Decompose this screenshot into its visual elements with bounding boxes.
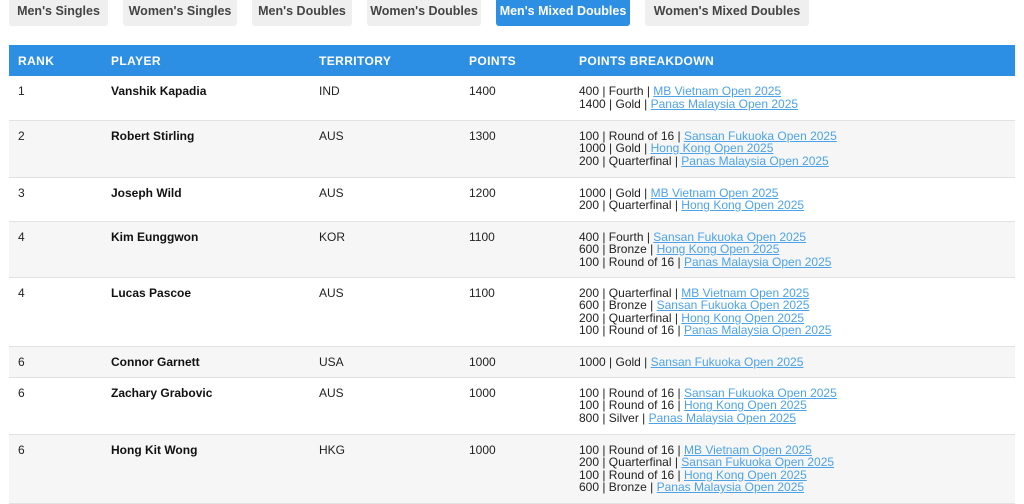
tournament-link[interactable]: Panas Malaysia Open 2025 [684, 255, 831, 269]
rank-cell: 1 [18, 84, 25, 98]
tab-mens-singles[interactable]: Men's Singles [9, 0, 108, 26]
breakdown-result: 100 | Round of 16 | [579, 254, 681, 269]
points-breakdown-cell: 1000 | Gold | Sansan Fukuoka Open 2025 [570, 346, 1015, 377]
rank-cell: 6 [18, 442, 25, 457]
points-breakdown-cell: 400 | Fourth | Sansan Fukuoka Open 2025 6… [570, 221, 1015, 277]
territory-cell: HKG [319, 442, 346, 457]
table-row: 2 Robert Stirling AUS 1300 100 | Round of 16… [9, 120, 1015, 177]
breakdown-line: 800 | Silver | Panas Malaysia Open 2025 [579, 410, 1015, 425]
tournament-link[interactable]: Panas Malaysia Open 2025 [681, 154, 828, 168]
breakdown-result: 200 | Quarterfinal | [579, 153, 678, 168]
header-player: PLAYER [111, 53, 161, 68]
header-points: POINTS [469, 53, 517, 68]
points-breakdown-cell: 100 | Round of 16 | MB Vietnam Open 2025… [570, 434, 1015, 503]
table-row: 6 Hong Kit Wong HKG 1000 100 | Round of 16 |… [9, 434, 1015, 503]
breakdown-result: 1400 | Gold | [579, 96, 648, 111]
rankings-table: RANK PLAYER TERRITORY POINTS POINTS BREA… [9, 45, 1015, 504]
tab-womens-mixed-doubles[interactable]: Women's Mixed Doubles [645, 0, 809, 26]
territory-cell: USA [319, 354, 344, 369]
category-tabs: Men's Singles Women's Singles Men's Doub… [9, 0, 824, 26]
tournament-link[interactable]: Panas Malaysia Open 2025 [684, 323, 831, 337]
tab-womens-doubles[interactable]: Women's Doubles [367, 0, 481, 26]
player-cell: Vanshik Kapadia [111, 84, 207, 98]
rank-cell: 3 [18, 185, 25, 200]
rank-cell: 4 [18, 285, 25, 300]
player-cell: Zachary Grabovic [111, 385, 213, 400]
tournament-link[interactable]: Panas Malaysia Open 2025 [651, 97, 798, 111]
points-breakdown-cell: 100 | Round of 16 | Sansan Fukuoka Open … [570, 377, 1015, 434]
tab-womens-singles[interactable]: Women's Singles [123, 0, 237, 26]
territory-cell: AUS [319, 285, 344, 300]
player-cell: Lucas Pascoe [111, 285, 192, 300]
breakdown-result: 800 | Silver | [579, 410, 646, 425]
points-breakdown-cell: 100 | Round of 16 | Sansan Fukuoka Open … [570, 120, 1015, 177]
points-cell: 1100 [469, 285, 495, 300]
breakdown-result: 600 | Bronze | [579, 480, 654, 494]
table-body: 1 Vanshik Kapadia IND 1400 400 | Fourth | MB… [9, 76, 1015, 503]
points-cell: 1100 [469, 229, 495, 244]
table-row: 1 Vanshik Kapadia IND 1400 400 | Fourth | MB… [9, 76, 1015, 120]
breakdown-result: 100 | Round of 16 | [579, 323, 681, 337]
player-cell: Connor Garnett [111, 354, 200, 369]
territory-cell: IND [319, 84, 340, 98]
points-breakdown-cell: 200 | Quarterfinal | MB Vietnam Open 202… [570, 277, 1015, 346]
breakdown-line: 1400 | Gold | Panas Malaysia Open 2025 [579, 96, 1015, 111]
breakdown-line: 100 | Round of 16 | Panas Malaysia Open … [579, 324, 1015, 337]
breakdown-line: 200 | Quarterfinal | Panas Malaysia Open… [579, 153, 1015, 168]
rankings-table-container: RANK PLAYER TERRITORY POINTS POINTS BREA… [9, 45, 1015, 504]
tournament-link[interactable]: Panas Malaysia Open 2025 [649, 411, 796, 425]
territory-cell: KOR [319, 229, 346, 244]
breakdown-result: 200 | Quarterfinal | [579, 198, 678, 212]
points-cell: 1300 [469, 128, 496, 143]
player-cell: Hong Kit Wong [111, 442, 198, 457]
header-points-breakdown: POINTS BREAKDOWN [579, 53, 715, 68]
breakdown-result: 1000 | Gold | [579, 354, 648, 369]
table-row: 6 Zachary Grabovic AUS 1000 100 | Round of 1… [9, 377, 1015, 434]
table-row: 4 Lucas Pascoe AUS 1100 200 | Quarterfinal |… [9, 277, 1015, 346]
table-row: 4 Kim Eunggwon KOR 1100 400 | Fourth | Sansa… [9, 221, 1015, 277]
rank-cell: 6 [18, 354, 25, 369]
points-cell: 1400 [469, 84, 496, 98]
tournament-link[interactable]: Sansan Fukuoka Open 2025 [651, 355, 804, 369]
table-header-row: RANK PLAYER TERRITORY POINTS POINTS BREA… [9, 45, 1015, 76]
tab-mens-mixed-doubles[interactable]: Men's Mixed Doubles [496, 0, 630, 26]
rank-cell: 6 [18, 385, 25, 400]
points-breakdown-cell: 1000 | Gold | MB Vietnam Open 2025 200 | … [570, 177, 1015, 221]
territory-cell: AUS [319, 385, 344, 400]
points-cell: 1000 [469, 354, 496, 369]
rank-cell: 2 [18, 128, 25, 143]
breakdown-line: 200 | Quarterfinal | Hong Kong Open 2025 [579, 199, 1015, 212]
points-cell: 1000 [469, 385, 496, 400]
table-row: 6 Connor Garnett USA 1000 1000 | Gold | Sans… [9, 346, 1015, 377]
territory-cell: AUS [319, 185, 344, 200]
points-cell: 1200 [469, 185, 496, 200]
points-cell: 1000 [469, 442, 496, 457]
territory-cell: AUS [319, 128, 344, 143]
rank-cell: 4 [18, 229, 25, 244]
tournament-link[interactable]: Panas Malaysia Open 2025 [657, 480, 804, 494]
points-breakdown-cell: 400 | Fourth | MB Vietnam Open 2025 1400 … [570, 76, 1015, 120]
breakdown-line: 600 | Bronze | Panas Malaysia Open 2025 [579, 481, 1015, 494]
header-rank: RANK [18, 53, 55, 68]
player-cell: Robert Stirling [111, 128, 195, 143]
header-territory: TERRITORY [319, 53, 392, 68]
tournament-link[interactable]: Hong Kong Open 2025 [681, 198, 804, 212]
player-cell: Joseph Wild [111, 185, 182, 200]
tab-mens-doubles[interactable]: Men's Doubles [252, 0, 352, 26]
breakdown-line: 1000 | Gold | Sansan Fukuoka Open 2025 [579, 354, 1015, 369]
player-cell: Kim Eunggwon [111, 229, 199, 244]
table-row: 3 Joseph Wild AUS 1200 1000 | Gold | MB Viet… [9, 177, 1015, 221]
breakdown-line: 100 | Round of 16 | Panas Malaysia Open … [579, 254, 1015, 269]
